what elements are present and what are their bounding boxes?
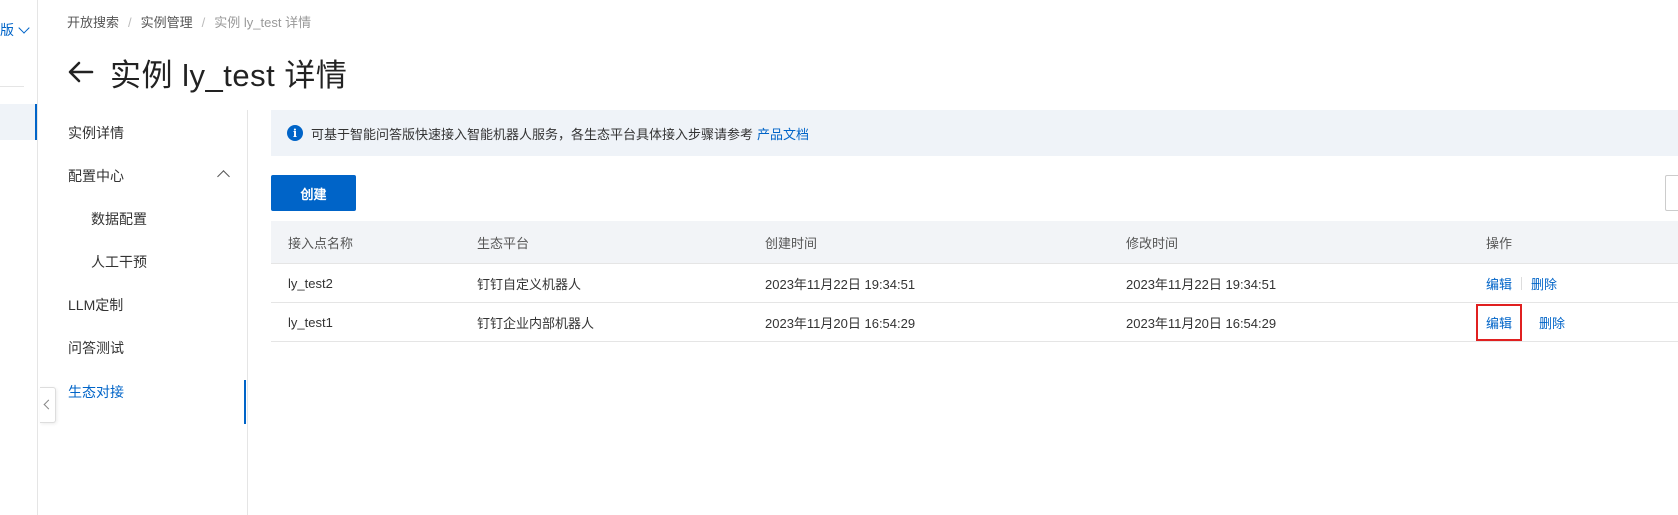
arrow-left-icon[interactable] — [66, 57, 96, 87]
banner-text: 可基于智能问答版快速接入智能机器人服务，各生态平台具体接入步骤请参考 — [311, 126, 754, 142]
row-created: 2023年11月22日 19:34:51 — [765, 276, 916, 292]
sidebar-item-data-config[interactable]: 数据配置 — [91, 209, 147, 229]
page-title: 实例 ly_test 详情 — [110, 57, 348, 93]
row-actions: 编辑 删除 — [1475, 303, 1565, 341]
info-circle-icon: i — [287, 125, 303, 141]
row-modified: 2023年11月20日 16:54:29 — [1126, 315, 1277, 331]
column-header-platform: 生态平台 — [477, 235, 530, 251]
column-header-name: 接入点名称 — [288, 235, 354, 251]
breadcrumb-item-current: 实例 ly_test 详情 — [214, 15, 312, 30]
sidebar-item-qa-test[interactable]: 问答测试 — [68, 338, 124, 358]
breadcrumb-item-instances[interactable]: 实例管理 — [141, 15, 193, 30]
column-header-modified: 修改时间 — [1126, 235, 1179, 251]
row-platform: 钉钉企业内部机器人 — [477, 315, 595, 331]
delete-button[interactable]: 删除 — [1539, 313, 1565, 332]
breadcrumb: 开放搜索 / 实例管理 / 实例 ly_test 详情 — [67, 15, 312, 30]
table-row: ly_test1 钉钉企业内部机器人 2023年11月20日 16:54:29 … — [271, 303, 1678, 342]
toolbar-right-control[interactable] — [1665, 175, 1678, 211]
chevron-left-icon — [43, 399, 54, 410]
version-label: 版 — [0, 22, 14, 38]
sidebar-item-ecosystem[interactable]: 生态对接 — [68, 382, 124, 402]
product-docs-link[interactable]: 产品文档 — [757, 124, 809, 143]
column-header-actions: 操作 — [1486, 235, 1513, 251]
version-switcher[interactable]: 版 — [0, 20, 30, 40]
sidebar-item-manual-intervention[interactable]: 人工干预 — [91, 252, 147, 272]
create-button[interactable]: 创建 — [271, 175, 356, 211]
console-left-rail: 版 — [0, 0, 38, 515]
table-row: ly_test2 钉钉自定义机器人 2023年11月22日 19:34:51 2… — [271, 264, 1678, 303]
sidebar-item-config-center[interactable]: 配置中心 — [68, 166, 124, 186]
column-header-created: 创建时间 — [765, 235, 818, 251]
rail-active-item[interactable] — [0, 104, 37, 140]
breadcrumb-item-search[interactable]: 开放搜索 — [67, 15, 119, 30]
table-header: 接入点名称 生态平台 创建时间 修改时间 操作 — [271, 221, 1678, 264]
row-actions: 编辑 删除 — [1486, 264, 1557, 302]
row-name: ly_test1 — [288, 314, 333, 330]
delete-button[interactable]: 删除 — [1531, 274, 1557, 293]
chevron-down-icon — [18, 22, 30, 34]
access-points-table: 接入点名称 生态平台 创建时间 修改时间 操作 ly_test2 钉钉自定义机器… — [271, 221, 1678, 342]
sidebar-item-instance-detail[interactable]: 实例详情 — [68, 123, 124, 143]
sidebar-item-llm-custom[interactable]: LLM定制 — [68, 295, 123, 315]
info-banner: i 可基于智能问答版快速接入智能机器人服务，各生态平台具体接入步骤请参考 产品文… — [271, 110, 1678, 156]
edit-button[interactable]: 编辑 — [1486, 274, 1512, 293]
row-name: ly_test2 — [288, 275, 333, 291]
page-header: 实例 ly_test 详情 — [66, 52, 348, 93]
row-platform: 钉钉自定义机器人 — [477, 276, 582, 292]
divider — [0, 86, 24, 87]
edit-button-highlighted[interactable]: 编辑 — [1475, 303, 1523, 341]
row-modified: 2023年11月22日 19:34:51 — [1126, 276, 1277, 292]
sidebar-collapse-handle[interactable] — [40, 387, 56, 423]
row-created: 2023年11月20日 16:54:29 — [765, 315, 916, 331]
sidebar-active-indicator — [244, 380, 246, 424]
